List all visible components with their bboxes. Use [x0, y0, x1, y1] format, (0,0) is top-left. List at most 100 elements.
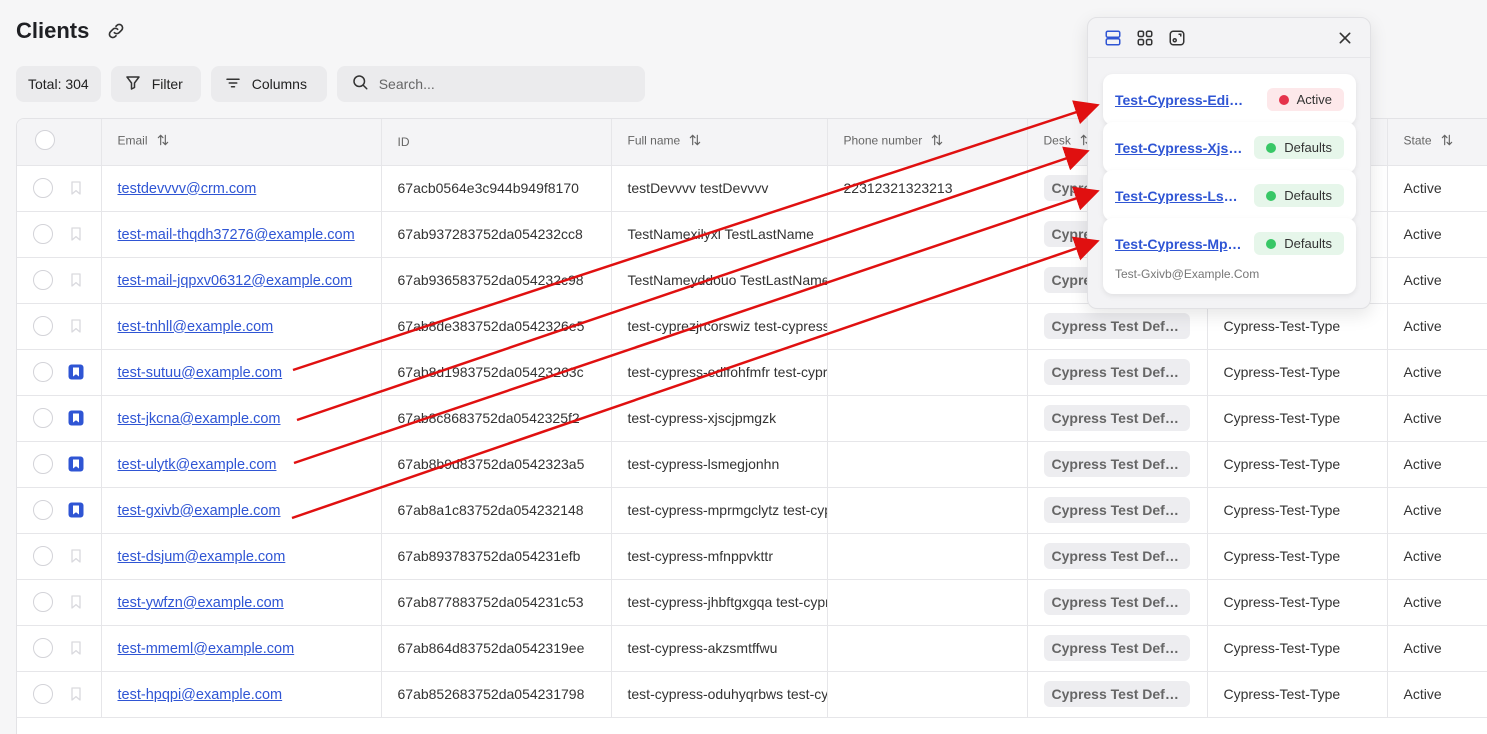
client-id: 67acb0564e3c944b949f8170: [397, 180, 579, 196]
select-cell: [17, 211, 102, 258]
row-checkbox[interactable]: [33, 316, 53, 336]
search-input[interactable]: [378, 76, 619, 92]
email-link[interactable]: test-mmeml@example.com: [118, 641, 295, 657]
sort-icon[interactable]: [930, 133, 944, 150]
client-card-email: Test-Gxivb@Example.Com: [1115, 267, 1260, 281]
bookmark-checked-icon[interactable]: [67, 455, 85, 473]
row-checkbox[interactable]: [33, 454, 53, 474]
filter-button[interactable]: Filter: [110, 66, 201, 102]
email-link[interactable]: testdevvvv@crm.com: [118, 181, 257, 197]
row-checkbox[interactable]: [33, 500, 53, 520]
client-id: 67ab864d83752da0542319ee: [397, 640, 585, 656]
table-row[interactable]: test-ulytk@example.com 67ab8b9d83752da054…: [17, 441, 1487, 488]
client-id: 67ab852683752da054231798: [397, 686, 585, 702]
search-box[interactable]: [336, 66, 645, 102]
id-cell: 67ab852683752da054231798: [381, 671, 612, 718]
row-checkbox[interactable]: [33, 546, 53, 566]
client-type: Cypress-Test-Type: [1223, 686, 1341, 702]
sort-icon[interactable]: [156, 133, 170, 150]
table-row[interactable]: test-gxivb@example.com 67ab8a1c83752da054…: [17, 487, 1487, 534]
bookmark-icon[interactable]: [67, 179, 85, 197]
row-checkbox[interactable]: [33, 178, 53, 198]
client-card: Test-Cypress-Mprmgclytz Defaults Test-Gxiv…: [1103, 218, 1356, 294]
page-header: Clients: [16, 18, 127, 44]
popover-header: [1088, 18, 1370, 58]
row-checkbox[interactable]: [33, 638, 53, 658]
sort-icon[interactable]: [688, 133, 702, 150]
bookmark-checked-icon[interactable]: [67, 409, 85, 427]
client-card-link[interactable]: Test-Cypress-Lsmegjonhn: [1115, 188, 1245, 204]
email-link[interactable]: test-jkcna@example.com: [118, 411, 281, 427]
email-link[interactable]: test-mail-jqpxv06312@example.com: [118, 273, 353, 289]
column-state[interactable]: State: [1387, 119, 1487, 166]
list-view-icon[interactable]: [1104, 29, 1122, 47]
bookmark-icon[interactable]: [67, 685, 85, 703]
select-all-checkbox[interactable]: [35, 130, 55, 151]
bookmark-icon[interactable]: [67, 317, 85, 335]
type-cell: Cypress-Test-Type: [1207, 441, 1388, 488]
grid-view-icon[interactable]: [1136, 29, 1154, 47]
desk-cell: Cypress Test Defaults: [1027, 487, 1208, 534]
client-card-link[interactable]: Test-Cypress-Mprmgclytz: [1115, 236, 1245, 252]
client-state: Active: [1403, 226, 1442, 242]
client-state: Active: [1403, 456, 1442, 472]
select-cell: [17, 625, 102, 672]
email-link[interactable]: test-dsjum@example.com: [118, 549, 286, 565]
bookmark-checked-icon[interactable]: [67, 363, 85, 381]
email-link[interactable]: test-ulytk@example.com: [118, 457, 277, 473]
client-state: Active: [1403, 686, 1442, 702]
row-checkbox[interactable]: [33, 224, 53, 244]
column-email[interactable]: Email: [101, 119, 382, 166]
row-checkbox[interactable]: [33, 270, 53, 290]
table-row[interactable]: test-tnhll@example.com 67ab8de383752da054…: [17, 303, 1487, 350]
columns-label: Columns: [251, 76, 307, 92]
client-card-link[interactable]: Test-Cypress-Xjscjpmgzk: [1115, 140, 1245, 156]
email-link[interactable]: test-hpqpi@example.com: [118, 687, 283, 703]
type-cell: Cypress-Test-Type: [1207, 533, 1388, 580]
full-name: test-cyprezjrcorswiz test-cypress: [627, 318, 827, 334]
email-link[interactable]: test-sutuu@example.com: [118, 365, 283, 381]
table-row[interactable]: test-jkcna@example.com 67ab8c8683752da054…: [17, 395, 1487, 442]
email-link[interactable]: test-gxivb@example.com: [118, 503, 281, 519]
email-link[interactable]: test-ywfzn@example.com: [118, 595, 284, 611]
table-row[interactable]: test-sutuu@example.com 67ab8d1983752da054…: [17, 349, 1487, 396]
link-icon[interactable]: [105, 20, 127, 42]
desk-cell: Cypress Test Defaults: [1027, 671, 1208, 718]
row-checkbox[interactable]: [33, 592, 53, 612]
compare-view-icon[interactable]: [1168, 29, 1186, 47]
email-link[interactable]: test-mail-thqdh37276@example.com: [118, 227, 355, 243]
column-phone-number[interactable]: Phone number: [827, 119, 1028, 166]
client-card-link[interactable]: Test-Cypress-Edifohfmfr: [1115, 92, 1245, 108]
full-name: test-cypress-akzsmtffwu: [627, 640, 778, 656]
full-name-cell: testDevvvv testDevvvv: [611, 165, 828, 212]
row-checkbox[interactable]: [33, 408, 53, 428]
table-row[interactable]: test-hpqpi@example.com 67ab852683752da054…: [17, 671, 1487, 718]
bookmark-icon[interactable]: [67, 639, 85, 657]
full-name: test-cypress-mprmgclytz test-cypress: [627, 502, 827, 518]
desk-pill: Cypress Test Defaults: [1043, 313, 1190, 339]
table-row[interactable]: test-ywfzn@example.com 67ab877883752da054…: [17, 579, 1487, 626]
sort-icon[interactable]: [1440, 133, 1454, 150]
column-full-name[interactable]: Full name: [611, 119, 828, 166]
row-checkbox[interactable]: [33, 362, 53, 382]
bookmark-icon[interactable]: [67, 547, 85, 565]
bookmark-icon[interactable]: [67, 271, 85, 289]
email-link[interactable]: test-tnhll@example.com: [118, 319, 274, 335]
bookmark-icon[interactable]: [67, 593, 85, 611]
full-name: test-cypress-lsmegjonhn: [627, 456, 780, 472]
total-label: Total: 304: [28, 76, 89, 92]
bookmark-icon[interactable]: [67, 225, 85, 243]
bookmark-checked-icon[interactable]: [67, 501, 85, 519]
client-id: 67ab877883752da054231c53: [397, 594, 584, 610]
email-cell: test-mail-thqdh37276@example.com: [101, 211, 382, 258]
table-row[interactable]: test-mmeml@example.com 67ab864d83752da054…: [17, 625, 1487, 672]
close-icon[interactable]: [1336, 29, 1354, 47]
columns-button[interactable]: Columns: [210, 66, 327, 102]
email-cell: test-mmeml@example.com: [101, 625, 382, 672]
client-type: Cypress-Test-Type: [1223, 364, 1341, 380]
row-checkbox[interactable]: [33, 684, 53, 704]
table-row[interactable]: test-dsjum@example.com 67ab893783752da054…: [17, 533, 1487, 580]
status-dot: [1266, 238, 1277, 249]
full-name-cell: test-cypress-mprmgclytz test-cypress: [611, 487, 828, 534]
type-cell: Cypress-Test-Type: [1207, 671, 1388, 718]
